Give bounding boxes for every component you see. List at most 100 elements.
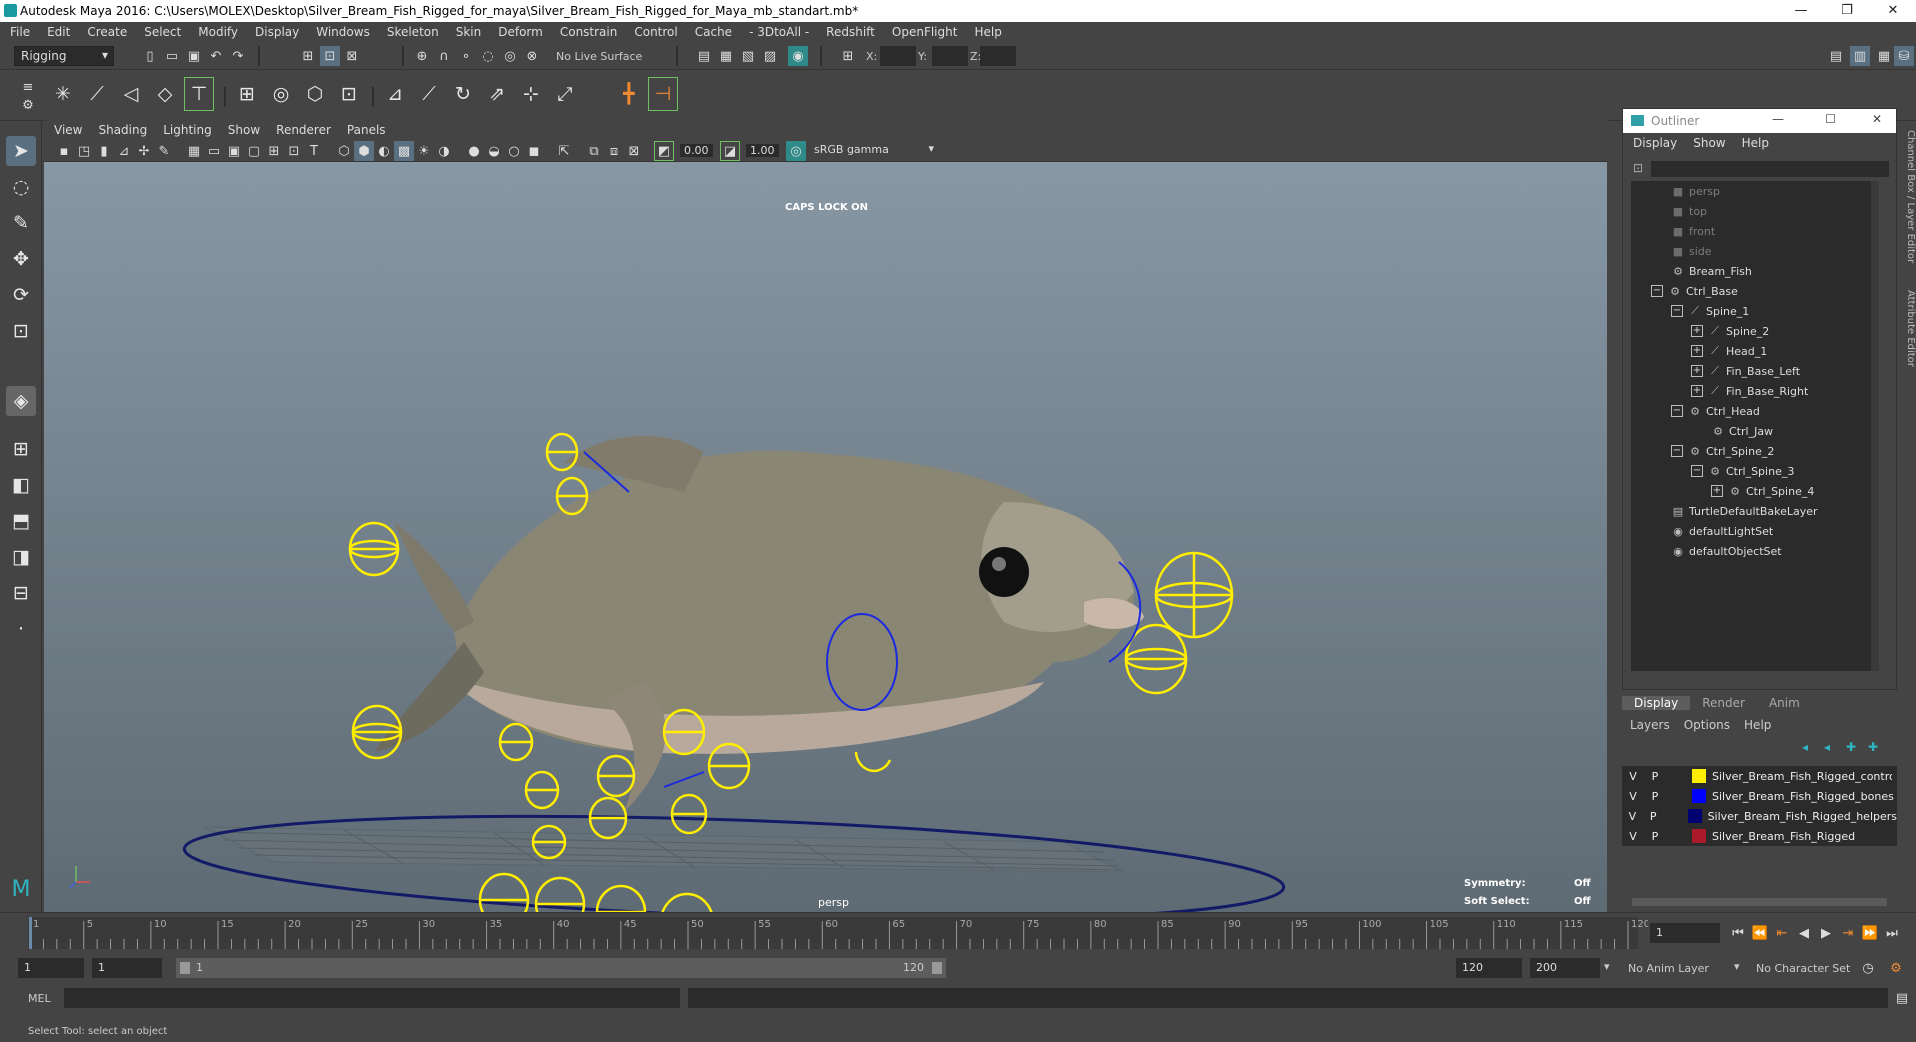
list-item[interactable]: ▤ TurtleDefaultBakeLayer	[1671, 501, 1818, 521]
minimize-icon[interactable]: —	[1772, 112, 1784, 126]
render-frame-icon[interactable]: ▦	[716, 46, 736, 66]
menu-file[interactable]: File	[10, 25, 30, 39]
list-item[interactable]: ◉ defaultLightSet	[1671, 521, 1773, 541]
layer-color-swatch[interactable]	[1692, 829, 1706, 843]
persp-outliner-layout-icon[interactable]: ◧	[6, 470, 36, 500]
resolution-gate-icon[interactable]: ▣	[224, 141, 244, 161]
layer-row[interactable]: V P Silver_Bream_Fish_Rigged_bones	[1622, 786, 1897, 806]
vp-menu-panels[interactable]: Panels	[347, 123, 386, 137]
new-scene-icon[interactable]: ▯	[140, 46, 160, 66]
menu-deform[interactable]: Deform	[498, 25, 543, 39]
aim-constraint-icon[interactable]: ⇗	[482, 77, 512, 111]
expand-icon[interactable]: +	[1691, 365, 1703, 377]
layer-row[interactable]: V P Silver_Bream_Fish_Rigged	[1622, 826, 1897, 846]
list-item[interactable]: − ⚙ Ctrl_Spine_2	[1671, 441, 1774, 461]
side-tab-channel-box[interactable]: Channel Box / Layer Editor	[1902, 130, 1916, 270]
list-item[interactable]: − ⟋ Spine_1	[1671, 301, 1749, 321]
z-field[interactable]	[980, 46, 1016, 66]
isolate-select-icon[interactable]: ⇱	[554, 141, 574, 161]
new-layer-icon[interactable]: ✚	[1846, 740, 1856, 754]
ipr-render-icon[interactable]: ▧	[738, 46, 758, 66]
menu-help[interactable]: Help	[974, 25, 1001, 39]
close-icon[interactable]: ✕	[1872, 112, 1882, 126]
visibility-toggle[interactable]: V	[1622, 830, 1644, 843]
range-start-handle[interactable]	[180, 962, 190, 974]
playback-toggle[interactable]: P	[1644, 830, 1666, 843]
step-forward-frame-icon[interactable]: ⇥	[1838, 923, 1858, 943]
maximize-button[interactable]: ❐	[1824, 0, 1870, 22]
side-tab-attribute-editor[interactable]: Attribute Editor	[1902, 290, 1916, 380]
menu-select[interactable]: Select	[144, 25, 181, 39]
vp-menu-show[interactable]: Show	[228, 123, 260, 137]
xray-components-icon[interactable]: ⊠	[624, 141, 644, 161]
layer-menu-help[interactable]: Help	[1744, 718, 1771, 732]
list-item[interactable]: ■ top	[1671, 201, 1707, 221]
layer-row[interactable]: VP Silver_Bream_Fish_Rigged_controllers	[1622, 766, 1897, 786]
y-field[interactable]	[932, 46, 968, 66]
list-item[interactable]: + ⚙ Ctrl_Spine_4	[1711, 481, 1814, 501]
redo-icon[interactable]: ↷	[228, 46, 248, 66]
single-perspective-layout-icon[interactable]: ◈	[6, 386, 36, 416]
viewport-scene[interactable]: CAPS LOCK ON persp Symmetry: Off Soft Se…	[44, 162, 1607, 912]
menu-cache[interactable]: Cache	[695, 25, 732, 39]
gamma-value[interactable]: 1.00	[746, 144, 779, 157]
layer-color-swatch[interactable]	[1688, 809, 1702, 823]
character-set-dropdown[interactable]: No Character Set	[1756, 962, 1850, 975]
chevron-down-icon[interactable]: ▾	[1604, 960, 1610, 973]
exposure-value[interactable]: 0.00	[680, 144, 713, 157]
color-management-icon[interactable]: ◎	[786, 141, 806, 161]
menu-skin[interactable]: Skin	[456, 25, 482, 39]
outliner-menu-display[interactable]: Display	[1633, 136, 1677, 150]
menu-display[interactable]: Display	[255, 25, 299, 39]
safe-action-icon[interactable]: ⊡	[284, 141, 304, 161]
paint-weights-icon[interactable]: ⊿	[380, 77, 410, 111]
range-end-handle[interactable]	[932, 962, 942, 974]
command-language-label[interactable]: MEL	[28, 992, 51, 1005]
parent-constraint-icon[interactable]: ⊹	[516, 77, 546, 111]
playback-end-field[interactable]: 120	[1456, 958, 1522, 978]
safe-title-icon[interactable]: T	[304, 141, 324, 161]
layer-menu-options[interactable]: Options	[1684, 718, 1730, 732]
move-layer-up-icon[interactable]: ◂	[1802, 740, 1808, 754]
grease-pencil-icon[interactable]: ✎	[154, 141, 174, 161]
camera-attributes-icon[interactable]: ◳	[74, 141, 94, 161]
image-plane-icon[interactable]: ⊿	[114, 141, 134, 161]
step-forward-key-icon[interactable]: ⏩	[1860, 923, 1880, 943]
minimize-button[interactable]: —	[1778, 0, 1824, 22]
list-item[interactable]: ◉ defaultObjectSet	[1671, 541, 1781, 561]
visibility-toggle[interactable]: V	[1622, 770, 1644, 783]
playback-toggle[interactable]: P	[1644, 770, 1666, 783]
layer-menu-layers[interactable]: Layers	[1630, 718, 1670, 732]
current-frame-field[interactable]: 1	[1650, 923, 1720, 943]
smooth-bind-icon[interactable]: ◎	[266, 77, 296, 111]
paint-select-icon[interactable]: ✎	[6, 208, 36, 238]
hypershade-layout-icon[interactable]: ⊟	[6, 578, 36, 608]
save-scene-icon[interactable]: ▣	[184, 46, 204, 66]
visibility-toggle[interactable]: V	[1622, 810, 1643, 823]
menuset-dropdown[interactable]: Rigging ▾	[14, 46, 114, 66]
snap-curve-icon[interactable]: ∩	[434, 46, 454, 66]
bind-skin-icon[interactable]: ⊞	[232, 77, 262, 111]
filter-icon[interactable]: ⊡	[1633, 161, 1643, 175]
collapse-icon[interactable]: −	[1691, 465, 1703, 477]
go-to-end-icon[interactable]: ⏭	[1882, 923, 1902, 943]
orient-constraint-icon[interactable]: ↻	[448, 77, 478, 111]
toggle-modeling-toolkit-icon[interactable]: ▤	[1826, 46, 1846, 66]
end-time-field[interactable]: 200	[1530, 958, 1600, 978]
smooth-shade-icon[interactable]: ⬢	[354, 141, 374, 161]
maximize-icon[interactable]: ☐	[1825, 112, 1836, 126]
collapse-icon[interactable]: −	[1671, 405, 1683, 417]
open-scene-icon[interactable]: ▭	[162, 46, 182, 66]
expand-icon[interactable]: +	[1691, 325, 1703, 337]
grid-toggle-icon[interactable]: ▦	[184, 141, 204, 161]
insert-joint-icon[interactable]: ⟋	[82, 77, 112, 111]
snap-surface-icon[interactable]: ◎	[500, 46, 520, 66]
list-item[interactable]: + ⟋ Fin_Base_Right	[1691, 381, 1808, 401]
two-d-pan-icon[interactable]: ✢	[134, 141, 154, 161]
list-item[interactable]: − ⚙ Ctrl_Spine_3	[1691, 461, 1794, 481]
start-time-field[interactable]: 1	[18, 958, 84, 978]
connect-joint-icon[interactable]: ⊣	[648, 77, 678, 111]
go-to-start-icon[interactable]: ⏮	[1728, 923, 1748, 943]
toggle-layer-editor-icon[interactable]: ⛁	[1894, 46, 1914, 66]
hypershade-icon[interactable]: ◉	[788, 46, 808, 66]
